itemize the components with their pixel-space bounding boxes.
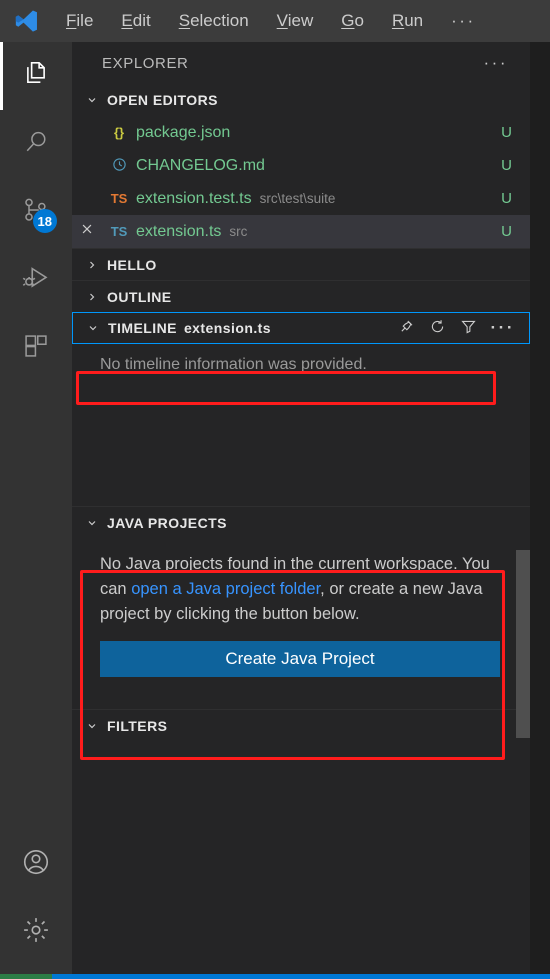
title-bar: File Edit Selection View Go Run ··· — [0, 0, 550, 42]
menu-file[interactable]: File — [52, 0, 107, 42]
java-projects-scrollbar[interactable] — [516, 550, 530, 738]
section-java-projects-label: JAVA PROJECTS — [107, 514, 227, 531]
open-editor-desc: src\test\suite — [259, 191, 336, 206]
activity-item-search[interactable] — [0, 110, 72, 178]
section-outline-label: OUTLINE — [107, 288, 172, 305]
section-outline[interactable]: OUTLINE — [72, 280, 530, 312]
open-editor-desc: src — [229, 224, 248, 239]
open-editor-status-badge: U — [501, 223, 512, 240]
java-projects-message: No Java projects found in the current wo… — [100, 552, 500, 627]
vscode-logo-icon — [0, 0, 52, 42]
page-title: EXPLORER — [102, 54, 189, 72]
activity-item-source-control[interactable]: 18 — [0, 178, 72, 246]
filter-icon[interactable] — [460, 318, 477, 338]
account-icon — [21, 847, 51, 882]
vscode-window: File Edit Selection View Go Run ··· 18 E… — [0, 0, 550, 979]
menu-run[interactable]: Run — [378, 0, 437, 42]
json-icon: {} — [113, 125, 125, 140]
search-icon — [22, 128, 50, 161]
open-editor-row-changelog-md[interactable]: CHANGELOG.md U — [72, 149, 530, 182]
open-editor-status-badge: U — [501, 157, 512, 174]
menu-view[interactable]: View — [263, 0, 328, 42]
markdown-icon — [102, 157, 136, 175]
chevron-right-icon — [84, 289, 100, 305]
timeline-more-actions-icon[interactable]: ··· — [491, 318, 515, 338]
open-java-project-folder-link[interactable]: open a Java project folder — [131, 580, 320, 598]
activity-item-run-and-debug[interactable] — [0, 246, 72, 314]
run-debug-icon — [21, 263, 51, 298]
sidebar-title-bar: EXPLORER ··· — [72, 42, 530, 84]
section-java-projects[interactable]: JAVA PROJECTS — [72, 506, 530, 538]
explorer-sidebar: EXPLORER ··· OPEN EDITORS {} package.jso… — [72, 42, 530, 974]
open-editor-row-extension-ts[interactable]: TS extension.ts src U — [72, 215, 530, 248]
open-editor-name: extension.ts — [136, 222, 222, 240]
menu-bar[interactable]: File Edit Selection View Go Run ··· — [52, 0, 490, 42]
section-hello[interactable]: HELLO — [72, 248, 530, 280]
section-open-editors[interactable]: OPEN EDITORS — [72, 84, 530, 116]
open-editor-status-badge: U — [501, 190, 512, 207]
timeline-toolbar: ··· — [398, 318, 529, 338]
activity-item-accounts[interactable] — [0, 830, 72, 898]
section-timeline-subtitle: extension.ts — [183, 320, 272, 336]
editor-area — [530, 42, 550, 974]
open-editor-name: extension.test.ts — [136, 189, 252, 207]
status-bar[interactable] — [0, 974, 550, 979]
create-java-project-button[interactable]: Create Java Project — [100, 641, 500, 677]
files-icon — [21, 59, 51, 94]
open-editor-row-extension-test-ts[interactable]: TS extension.test.ts src\test\suite U — [72, 182, 530, 215]
java-projects-body: No Java projects found in the current wo… — [72, 538, 530, 738]
chevron-right-icon — [84, 257, 100, 273]
remote-indicator[interactable] — [0, 974, 52, 979]
extensions-icon — [22, 332, 50, 365]
chevron-down-icon — [84, 515, 100, 531]
activity-bar: 18 — [0, 42, 72, 974]
section-timeline[interactable]: TIMELINE extension.ts ··· — [72, 312, 530, 344]
chevron-down-icon — [85, 320, 101, 336]
pin-icon[interactable] — [398, 318, 415, 338]
menu-go[interactable]: Go — [327, 0, 378, 42]
open-editor-name: package.json — [136, 123, 231, 141]
section-open-editors-label: OPEN EDITORS — [107, 92, 218, 108]
typescript-icon: TS — [110, 224, 128, 239]
section-timeline-label: TIMELINE — [108, 320, 177, 336]
explorer-more-actions-icon[interactable]: ··· — [484, 53, 508, 73]
menu-edit[interactable]: Edit — [107, 0, 164, 42]
gear-icon — [21, 915, 51, 950]
section-filters-label: FILTERS — [107, 717, 168, 734]
activity-item-manage[interactable] — [0, 898, 72, 966]
source-control-badge: 18 — [32, 209, 57, 233]
open-editor-row-package-json[interactable]: {} package.json U — [72, 116, 530, 149]
activity-item-explorer[interactable] — [0, 42, 72, 110]
open-editor-name: CHANGELOG.md — [136, 156, 265, 174]
chevron-down-icon — [84, 92, 100, 108]
menu-overflow-icon[interactable]: ··· — [437, 0, 489, 42]
typescript-test-icon: TS — [110, 191, 128, 206]
activity-bar-bottom — [0, 830, 72, 966]
chevron-down-icon — [84, 718, 100, 734]
activity-item-extensions[interactable] — [0, 314, 72, 382]
refresh-icon[interactable] — [429, 318, 446, 338]
open-editor-status-badge: U — [501, 124, 512, 141]
timeline-empty-message: No timeline information was provided. — [100, 356, 367, 373]
section-hello-label: HELLO — [107, 256, 157, 273]
menu-selection[interactable]: Selection — [165, 0, 263, 42]
close-icon[interactable] — [72, 222, 102, 241]
section-filters[interactable]: FILTERS — [72, 709, 530, 741]
